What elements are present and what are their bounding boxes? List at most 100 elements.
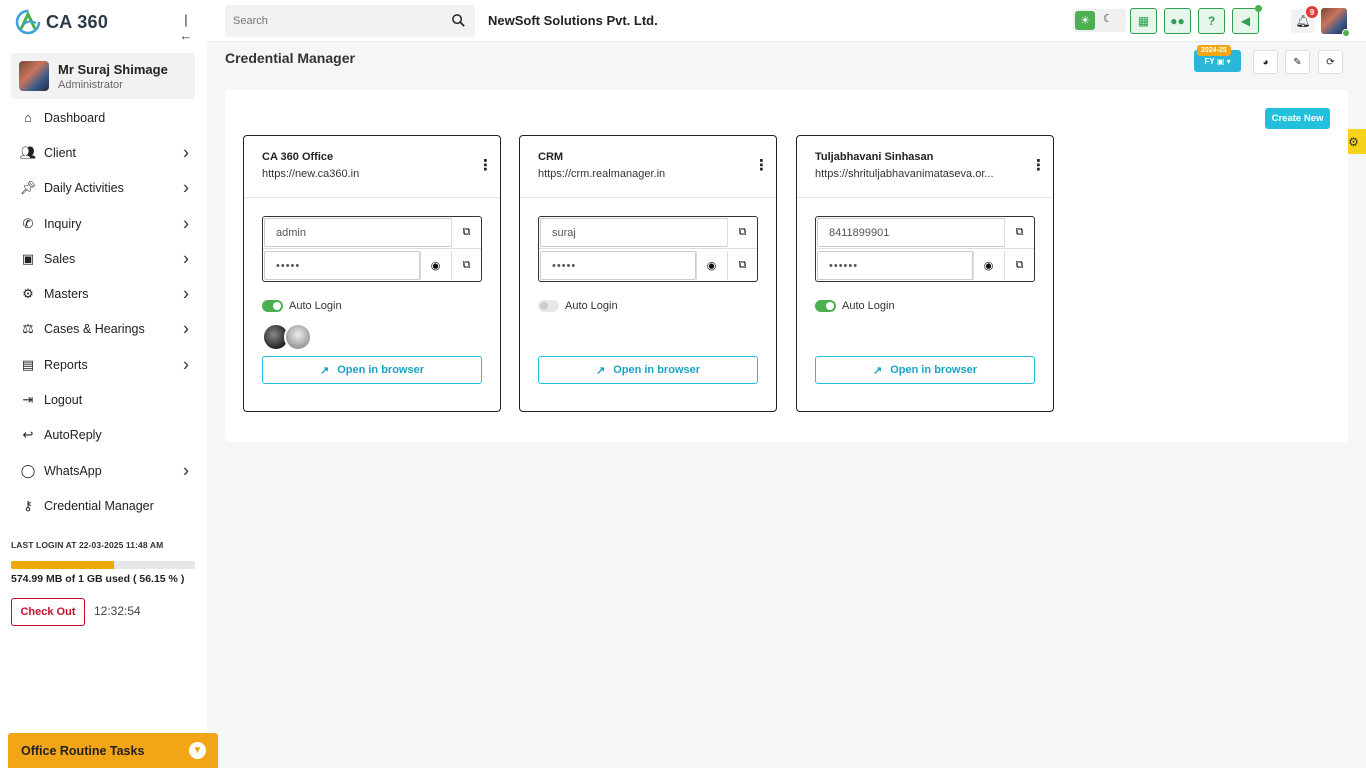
moon-icon[interactable]: ☾ xyxy=(1103,12,1113,25)
sidebar-item-daily-activities[interactable]: 📌︎ Daily Activities › xyxy=(11,171,195,206)
check-out-button[interactable]: Check Out xyxy=(11,598,85,626)
fy-year-badge: 2024-25 xyxy=(1197,45,1231,56)
qr-code-button[interactable]: ▦ xyxy=(1130,8,1157,34)
scale-icon: ⚖ xyxy=(22,321,34,337)
user-card[interactable]: Mr Suraj Shimage Administrator xyxy=(11,53,195,99)
chevron-right-icon: › xyxy=(183,283,189,304)
page-title: Credential Manager xyxy=(225,50,355,66)
auto-login-toggle[interactable] xyxy=(815,300,836,312)
show-password-icon[interactable]: ◉ xyxy=(696,251,726,280)
sidebar-item-credential-manager[interactable]: ⚷ Credential Manager xyxy=(11,488,195,523)
sidebar-item-logout[interactable]: ⇥ Logout xyxy=(11,382,195,417)
sidebar-item-masters[interactable]: ⚙ Masters › xyxy=(11,276,195,311)
sidebar-item-autoreply[interactable]: ↩ AutoReply xyxy=(11,418,195,453)
credential-fields: admin ⧉ ••••• ◉ ⧉ xyxy=(262,216,482,282)
auto-login-toggle[interactable] xyxy=(262,300,283,312)
notification-badge: 9 xyxy=(1306,6,1318,18)
sidebar-item-sales[interactable]: ▣ Sales › xyxy=(11,241,195,276)
sidebar-item-client[interactable]: 👥︎ Client › xyxy=(11,135,195,170)
profile-avatar[interactable] xyxy=(1321,8,1350,37)
sidebar-item-cases-hearings[interactable]: ⚖ Cases & Hearings › xyxy=(11,312,195,347)
logout-icon: ⇥ xyxy=(22,392,34,408)
open-in-browser-button[interactable]: ↗ Open in browser xyxy=(815,356,1035,384)
open-in-browser-label: Open in browser xyxy=(337,364,424,376)
storage-text: 574.99 MB of 1 GB used ( 56.15 % ) xyxy=(11,573,185,585)
chevron-right-icon: › xyxy=(183,460,189,481)
search-input[interactable] xyxy=(225,5,475,37)
storage-progress-fill xyxy=(11,561,115,569)
logo-icon xyxy=(15,9,41,35)
copy-password-icon[interactable]: ⧉ xyxy=(1004,251,1034,280)
sidebar-item-inquiry[interactable]: ✆ Inquiry › xyxy=(11,206,195,241)
show-password-icon[interactable]: ◉ xyxy=(973,251,1003,280)
copy-username-icon[interactable]: ⧉ xyxy=(1004,218,1034,247)
chevron-down-icon[interactable]: ▼ xyxy=(189,742,206,759)
search-icon[interactable] xyxy=(451,13,466,28)
credential-url: https://shrituljabhavanimataseva.or... xyxy=(815,168,994,180)
chevron-right-icon: › xyxy=(183,318,189,339)
auto-login-row: Auto Login xyxy=(815,300,895,312)
theme-toggle[interactable]: ☀ ☾ xyxy=(1073,9,1126,32)
sidebar-item-dashboard[interactable]: ⌂ Dashboard xyxy=(11,100,195,135)
username-field[interactable]: 8411899901 xyxy=(817,218,1005,247)
username-row: admin ⧉ xyxy=(263,217,481,249)
open-in-browser-button[interactable]: ↗ Open in browser xyxy=(262,356,482,384)
credential-url: https://new.ca360.in xyxy=(262,168,360,180)
external-link-icon: ↗ xyxy=(319,364,330,377)
credential-card: CRM https://crm.realmanager.in ⋮ suraj ⧉… xyxy=(519,135,777,412)
user-name: Mr Suraj Shimage xyxy=(58,61,168,77)
card-header: CA 360 Office https://new.ca360.in ⋮ xyxy=(244,136,500,198)
username-row: 8411899901 ⧉ xyxy=(816,217,1034,249)
office-routine-tasks-bar[interactable]: Office Routine Tasks ▼ xyxy=(8,733,218,768)
sidebar-item-label: AutoReply xyxy=(44,428,102,443)
card-header: Tuljabhavani Sinhasan https://shrituljab… xyxy=(797,136,1053,198)
sidebar-item-reports[interactable]: ▤ Reports › xyxy=(11,347,195,382)
money-icon: ▣ xyxy=(21,250,35,266)
clock: 12:32:54 xyxy=(94,604,141,618)
open-in-browser-button[interactable]: ↗ Open in browser xyxy=(538,356,758,384)
card-header: CRM https://crm.realmanager.in ⋮ xyxy=(520,136,776,198)
sidebar-item-whatsapp[interactable]: ◯ WhatsApp › xyxy=(11,453,195,488)
refresh-button[interactable]: ⟳ xyxy=(1318,50,1343,74)
username-field[interactable]: suraj xyxy=(540,218,728,247)
more-options-icon[interactable]: ⋮ xyxy=(754,158,769,174)
help-button[interactable]: ? xyxy=(1198,8,1225,34)
toggle-knob xyxy=(540,302,548,310)
copy-password-icon[interactable]: ⧉ xyxy=(451,251,481,280)
chevron-right-icon: › xyxy=(183,177,189,198)
more-options-icon[interactable]: ⋮ xyxy=(1031,158,1046,174)
username-field[interactable]: admin xyxy=(264,218,452,247)
auto-login-toggle[interactable] xyxy=(538,300,559,312)
announcement-button[interactable]: ◀ xyxy=(1232,5,1262,34)
more-options-icon[interactable]: ⋮ xyxy=(478,158,493,174)
password-field[interactable]: ••••• xyxy=(264,251,420,280)
avatar[interactable] xyxy=(284,323,312,351)
calendar-icon: ▣ xyxy=(1216,56,1225,66)
sidebar-nav: ⌂ Dashboard 👥︎ Client › 📌︎ Daily Activities › ✆ I… xyxy=(11,100,195,524)
credential-title: CA 360 Office xyxy=(262,151,334,163)
copy-username-icon[interactable]: ⧉ xyxy=(451,218,481,247)
credential-url: https://crm.realmanager.in xyxy=(538,168,666,180)
company-name: NewSoft Solutions Pvt. Ltd. xyxy=(488,13,658,28)
refresh-icon: ⟳ xyxy=(1326,56,1335,68)
logo-text: CA 360 xyxy=(46,11,109,32)
pin-button[interactable]: ✎ xyxy=(1285,50,1310,74)
collapse-sidebar-icon[interactable]: |← xyxy=(178,12,194,43)
create-new-button[interactable]: Create New xyxy=(1265,108,1330,129)
sidebar-item-label: Cases & Hearings xyxy=(44,322,145,337)
copy-password-icon[interactable]: ⧉ xyxy=(727,251,757,280)
notification-button[interactable]: 🔔︎ 9 xyxy=(1291,6,1318,33)
pie-chart-icon: ◕ xyxy=(1262,56,1269,68)
sidebar-item-label: Masters xyxy=(44,287,89,302)
question-icon: ? xyxy=(1207,14,1216,28)
password-field[interactable]: •••••• xyxy=(817,251,973,280)
chart-button[interactable]: ◕ xyxy=(1253,50,1278,74)
users-icon: 👥︎ xyxy=(19,144,37,160)
username-row: suraj ⧉ xyxy=(539,217,757,249)
password-field[interactable]: ••••• xyxy=(540,251,696,280)
show-password-icon[interactable]: ◉ xyxy=(420,251,450,280)
sun-icon[interactable]: ☀ xyxy=(1075,11,1095,30)
team-button[interactable]: ●● xyxy=(1164,8,1191,34)
copy-username-icon[interactable]: ⧉ xyxy=(727,218,757,247)
app-logo[interactable]: CA 360 xyxy=(14,8,108,36)
